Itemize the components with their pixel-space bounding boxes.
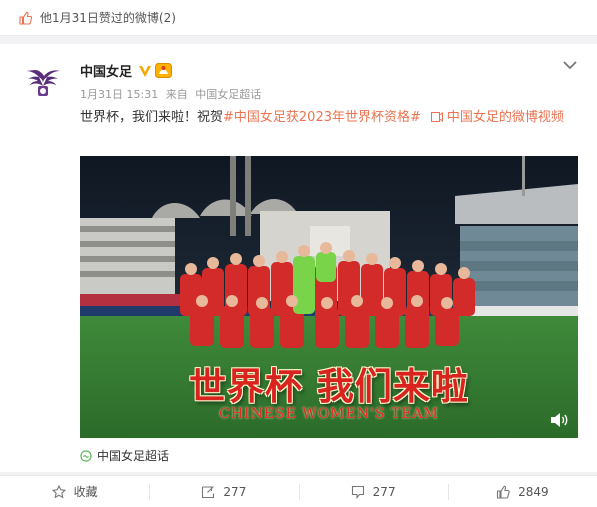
weibo-page: 他1月31日赞过的微博(2) 中国女足 1月31日 15:31 来自 中国女足超… (0, 0, 597, 507)
thumbs-up-icon (497, 485, 510, 499)
comment-icon (351, 485, 364, 499)
post-meta: 1月31日 15:31 来自 中国女足超话 (80, 86, 265, 102)
repost-icon (202, 485, 215, 498)
badge-icon[interactable] (155, 63, 173, 78)
avatar[interactable] (21, 56, 65, 100)
hashtag-link[interactable]: #中国女足获2023年世界杯资格# (223, 110, 421, 125)
topic-label: 中国女足超话 (97, 449, 170, 463)
repost-button[interactable]: 277 (149, 476, 298, 507)
like-icon (19, 11, 32, 25)
topic-link[interactable]: 中国女足超话 (80, 447, 169, 464)
post-time[interactable]: 1月31日 15:31 (80, 88, 158, 101)
chevron-down-icon[interactable] (562, 59, 578, 71)
avatar-logo-icon (21, 56, 65, 100)
like-count: 2849 (518, 484, 549, 499)
action-bar: 收藏 277 277 2849 (0, 475, 597, 507)
star-icon (51, 484, 66, 498)
verified-icon (139, 65, 152, 77)
comment-count: 277 (372, 484, 396, 499)
post-card: 中国女足 1月31日 15:31 来自 中国女足超话 世界杯，我们来啦！祝贺#中… (0, 44, 597, 472)
post-source[interactable]: 中国女足超话 (195, 88, 261, 101)
post-text-plain: 世界杯，我们来啦！祝贺 (80, 110, 224, 125)
comment-button[interactable]: 277 (298, 476, 448, 507)
liked-posts-header[interactable]: 他1月31日赞过的微博(2) (0, 0, 597, 36)
repost-count: 277 (223, 484, 247, 499)
favorite-label: 收藏 (73, 485, 98, 499)
video-title-en: CHINESE WOMEN'S TEAM (219, 406, 439, 422)
video-link[interactable]: 中国女足的微博视频 (447, 110, 564, 125)
post-text: 世界杯，我们来啦！祝贺#中国女足获2023年世界杯资格# 中国女足的微博视频 (80, 106, 580, 129)
liked-posts-text: 他1月31日赞过的微博(2) (40, 11, 176, 25)
video-player[interactable]: 世界杯 我们来啦 CHINESE WOMEN'S TEAM (80, 156, 578, 438)
author-row: 中国女足 (80, 61, 173, 80)
topic-icon (80, 449, 92, 462)
video-title-cn: 世界杯 我们来啦 (189, 364, 469, 408)
video-icon (430, 112, 443, 122)
volume-icon[interactable] (550, 412, 568, 428)
post-from-label: 来自 (165, 88, 188, 101)
like-button[interactable]: 2849 (447, 476, 597, 507)
favorite-button[interactable]: 收藏 (0, 476, 149, 507)
author-name[interactable]: 中国女足 (80, 61, 132, 80)
